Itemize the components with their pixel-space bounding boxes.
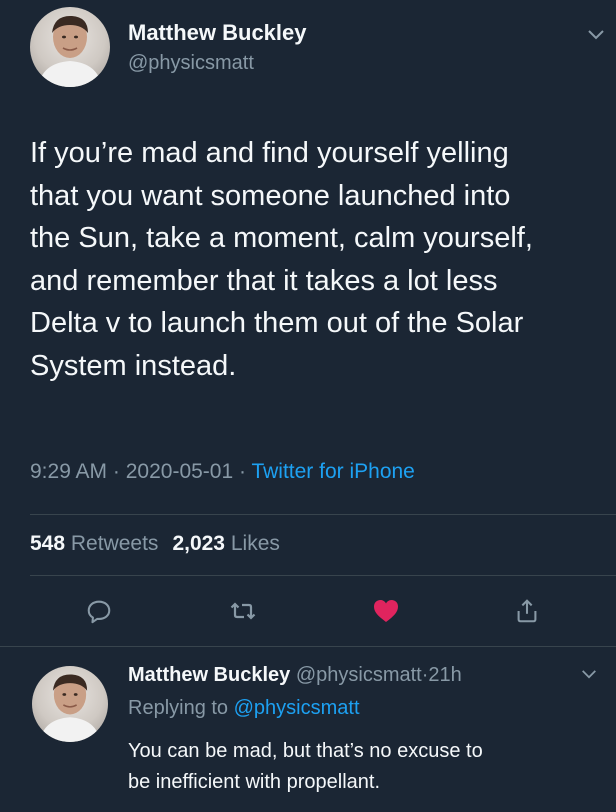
share-icon (517, 599, 537, 623)
tweet-time: 9:29 AM (30, 460, 108, 483)
reply-text-line: You can be mad, but that’s no excuse to (128, 740, 483, 762)
heart-icon (374, 600, 398, 622)
person-photo-icon (39, 674, 101, 742)
reply-author-name[interactable]: Matthew Buckley (128, 664, 290, 686)
tweet-text-line: If you’re mad and find yourself yelling (30, 137, 509, 169)
divider (0, 646, 616, 647)
reply-text: You can be mad, but that’s no excuse to … (128, 736, 598, 798)
reply-header: Matthew Buckley @physicsmatt·21h (128, 664, 462, 687)
retweets-stat[interactable]: 548 Retweets (30, 532, 158, 555)
replying-to-mention[interactable]: @physicsmatt (234, 697, 360, 719)
reply-text-line: be inefficient with propellant. (128, 771, 381, 793)
meta-separator: · (233, 460, 252, 483)
author-name[interactable]: Matthew Buckley (128, 20, 307, 46)
comment-icon (87, 600, 111, 624)
divider (30, 514, 616, 515)
meta-separator: · (107, 460, 126, 483)
tweet-text-line: that you want someone launched into (30, 179, 511, 212)
reply-age[interactable]: 21h (428, 664, 461, 686)
retweets-count: 548 (30, 532, 66, 555)
divider (30, 575, 616, 576)
author-handle[interactable]: @physicsmatt (128, 52, 254, 75)
tweet-text-line: the Sun, take a moment, calm yourself, (30, 222, 533, 254)
tweet-text-line: and remember that it takes a lot less (30, 264, 498, 297)
likes-stat[interactable]: 2,023 Likes (172, 532, 279, 555)
tweet-source-link[interactable]: Twitter for iPhone (251, 460, 414, 483)
tweet-metadata: 9:29 AM · 2020-05-01 · Twitter for iPhon… (30, 460, 415, 484)
retweet-button[interactable] (228, 596, 258, 626)
more-options-chevron-icon[interactable] (586, 28, 606, 42)
tweet-text: If you’re mad and find yourself yelling … (30, 132, 600, 387)
reply-author-handle[interactable]: @physicsmatt (296, 664, 422, 686)
tweet-date: 2020-05-01 (125, 460, 234, 483)
retweet-icon (230, 602, 256, 620)
share-button[interactable] (512, 596, 542, 626)
reply-author-avatar[interactable] (32, 666, 108, 742)
person-photo-icon (38, 15, 102, 87)
likes-label: Likes (230, 532, 280, 555)
reply-more-options-chevron-icon[interactable] (580, 668, 600, 682)
replying-to-label: Replying to (128, 697, 229, 719)
author-avatar[interactable] (30, 7, 110, 87)
like-button[interactable] (371, 596, 401, 626)
retweets-label: Retweets (70, 532, 159, 555)
engagement-stats: 548 Retweets 2,023 Likes (30, 532, 280, 556)
tweet-text-line: System instead. (30, 349, 237, 382)
reply-button[interactable] (84, 596, 114, 626)
tweet-thread: Matthew Buckley @physicsmatt If you’re m… (0, 0, 616, 812)
likes-count: 2,023 (172, 532, 225, 555)
tweet-text-line: Delta v to launch them out of the Solar (30, 307, 524, 339)
replying-to: Replying to @physicsmatt (128, 697, 360, 720)
